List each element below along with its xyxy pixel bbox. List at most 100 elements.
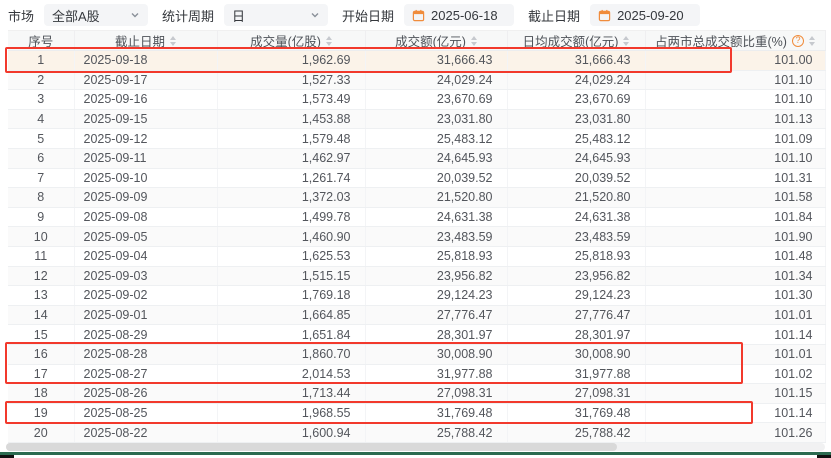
cell: 1,462.97 (217, 148, 365, 168)
end-date-value: 2025-09-20 (617, 8, 684, 23)
cell: 101.10 (645, 90, 825, 110)
table-row: 52025-09-121,579.4825,483.1225,483.12101… (8, 129, 825, 149)
cell: 101.14 (645, 403, 825, 423)
start-date-picker[interactable]: 2025-06-18 (404, 4, 514, 26)
cell: 101.58 (645, 188, 825, 208)
cell: 31,977.88 (507, 364, 645, 384)
cell: 2025-08-25 (74, 403, 217, 423)
cell: 25,818.93 (507, 246, 645, 266)
calendar-icon (598, 9, 611, 22)
cell: 1,372.03 (217, 188, 365, 208)
cell: 2025-09-09 (74, 188, 217, 208)
table-row: 192025-08-251,968.5531,769.4831,769.4810… (8, 403, 825, 423)
cell: 1,499.78 (217, 207, 365, 227)
start-date-value: 2025-06-18 (431, 8, 498, 23)
cell: 24,029.24 (507, 70, 645, 90)
table-row: 92025-09-081,499.7824,631.3824,631.38101… (8, 207, 825, 227)
end-date-label: 截止日期 (528, 6, 580, 25)
cell: 24,645.93 (507, 148, 645, 168)
cell: 1,460.90 (217, 227, 365, 247)
table-row: 22025-09-171,527.3324,029.2424,029.24101… (8, 70, 825, 90)
column-header-3[interactable]: 成交量(亿股) (217, 31, 365, 51)
cell: 2025-09-04 (74, 246, 217, 266)
question-circle-icon[interactable]: ? (792, 35, 804, 47)
column-header-label: 成交量(亿股) (250, 31, 321, 50)
cell: 1,713.44 (217, 384, 365, 404)
cell: 2025-08-28 (74, 344, 217, 364)
column-header-1: 序号 (8, 31, 74, 51)
cell: 101.02 (645, 364, 825, 384)
cell: 1,860.70 (217, 344, 365, 364)
cell: 23,483.59 (507, 227, 645, 247)
cell: 28,301.97 (365, 325, 507, 345)
cell: 31,666.43 (365, 51, 507, 71)
cell: 8 (8, 188, 74, 208)
table-row: 102025-09-051,460.9023,483.5923,483.5910… (8, 227, 825, 247)
cell: 1,261.74 (217, 168, 365, 188)
cell: 18 (8, 384, 74, 404)
cell: 31,977.88 (365, 364, 507, 384)
period-select[interactable]: 日 (224, 4, 328, 26)
cell: 25,483.12 (507, 129, 645, 149)
sort-caret-icon[interactable] (623, 36, 629, 46)
app-root: 市场 全部A股 统计周期 日 开始日期 2025-06-18 截止日期 (0, 0, 831, 458)
sort-caret-icon[interactable] (471, 36, 477, 46)
cell: 101.13 (645, 109, 825, 129)
cell: 25,788.42 (507, 423, 645, 443)
cell: 28,301.97 (507, 325, 645, 345)
column-header-label: 成交额(亿元) (395, 31, 466, 50)
cell: 2,014.53 (217, 364, 365, 384)
cell: 2025-09-10 (74, 168, 217, 188)
column-header-5[interactable]: 日均成交额(亿元) (507, 31, 645, 51)
cell: 31,769.48 (365, 403, 507, 423)
cell: 21,520.80 (507, 188, 645, 208)
sort-caret-icon[interactable] (809, 36, 815, 46)
cell: 7 (8, 168, 74, 188)
market-select[interactable]: 全部A股 (44, 4, 148, 26)
column-header-2[interactable]: 截止日期 (74, 31, 217, 51)
cell: 2025-09-15 (74, 109, 217, 129)
table-row: 182025-08-261,713.4427,098.3127,098.3110… (8, 384, 825, 404)
cell: 101.10 (645, 148, 825, 168)
cell: 2025-09-02 (74, 286, 217, 306)
table-row: 152025-08-291,651.8428,301.9728,301.9710… (8, 325, 825, 345)
cell: 1,453.88 (217, 109, 365, 129)
end-date-picker[interactable]: 2025-09-20 (590, 4, 700, 26)
period-label: 统计周期 (162, 6, 214, 25)
cell: 1 (8, 51, 74, 71)
cell: 2025-09-01 (74, 305, 217, 325)
cell: 30,008.90 (365, 344, 507, 364)
cell: 101.34 (645, 266, 825, 286)
cell: 2025-08-26 (74, 384, 217, 404)
cell: 2025-09-11 (74, 148, 217, 168)
sort-caret-icon[interactable] (326, 36, 332, 46)
cell: 23,031.80 (507, 109, 645, 129)
cell: 14 (8, 305, 74, 325)
cell: 24,631.38 (507, 207, 645, 227)
cell: 101.30 (645, 286, 825, 306)
column-header-4[interactable]: 成交额(亿元) (365, 31, 507, 51)
cell: 31,666.43 (507, 51, 645, 71)
cell: 101.31 (645, 168, 825, 188)
sort-caret-icon[interactable] (170, 36, 176, 46)
cell: 21,520.80 (365, 188, 507, 208)
cell: 1,664.85 (217, 305, 365, 325)
table-row: 202025-08-221,600.9425,788.4225,788.4210… (8, 423, 825, 443)
cell: 101.09 (645, 129, 825, 149)
cell: 25,788.42 (365, 423, 507, 443)
cell: 1,573.49 (217, 90, 365, 110)
table-row: 162025-08-281,860.7030,008.9030,008.9010… (8, 344, 825, 364)
cell: 101.15 (645, 384, 825, 404)
cell: 2 (8, 70, 74, 90)
horizontal-scrollbar-thumb[interactable] (6, 443, 617, 451)
cell: 1,625.53 (217, 246, 365, 266)
cell: 27,098.31 (365, 384, 507, 404)
cell: 15 (8, 325, 74, 345)
cell: 101.01 (645, 344, 825, 364)
cell: 24,631.38 (365, 207, 507, 227)
cell: 1,579.48 (217, 129, 365, 149)
cell: 101.90 (645, 227, 825, 247)
cell: 27,776.47 (507, 305, 645, 325)
column-header-6[interactable]: 占两市总成交额比重(%)? (645, 31, 825, 51)
cell: 23,670.69 (507, 90, 645, 110)
